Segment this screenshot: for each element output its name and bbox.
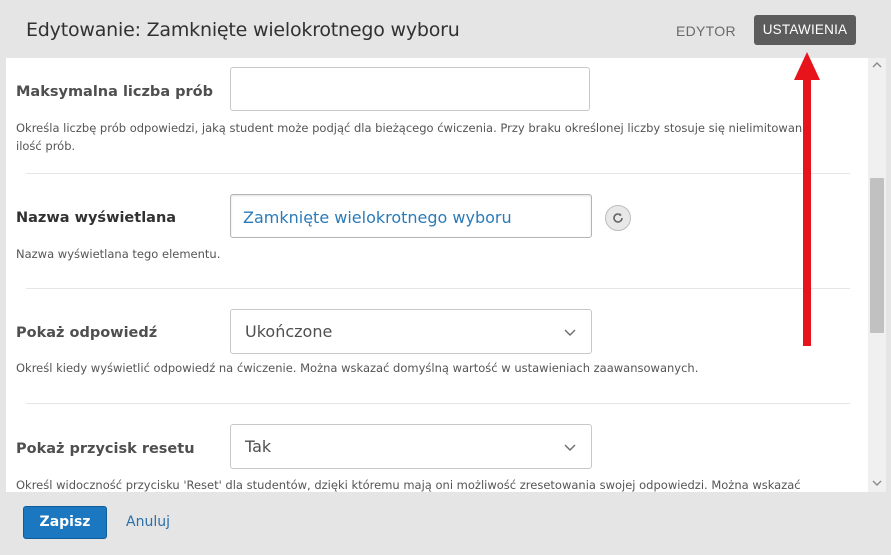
- show-answer-label: Pokaż odpowiedź: [16, 325, 158, 341]
- red-arrow-annotation: [794, 52, 820, 346]
- reset-display-name-button[interactable]: [605, 205, 631, 231]
- show-reset-help: Określ widoczność przycisku 'Reset' dla …: [16, 478, 801, 492]
- save-button[interactable]: Zapisz: [23, 506, 107, 539]
- max-attempts-label: Maksymalna liczba prób: [16, 84, 214, 100]
- divider: [26, 403, 850, 404]
- tab-settings[interactable]: USTAWIENIA: [754, 15, 856, 45]
- divider: [26, 173, 850, 174]
- display-name-value: Zamknięte wielokrotnego wyboru: [243, 208, 512, 227]
- settings-panel: Maksymalna liczba prób Określa liczbę pr…: [6, 58, 868, 492]
- show-reset-label: Pokaż przycisk resetu: [16, 441, 195, 457]
- show-answer-select[interactable]: Ukończone: [230, 309, 592, 354]
- show-reset-select[interactable]: Tak: [230, 424, 592, 469]
- scroll-thumb[interactable]: [870, 178, 884, 333]
- display-name-help: Nazwa wyświetlana tego elementu.: [16, 247, 221, 261]
- display-name-label: Nazwa wyświetlana: [16, 210, 177, 226]
- max-attempts-input[interactable]: [230, 67, 590, 111]
- modal-title: Edytowanie: Zamknięte wielokrotnego wybo…: [26, 19, 460, 41]
- reset-icon: [613, 213, 623, 223]
- show-answer-value: Ukończone: [245, 322, 333, 341]
- scrollbar[interactable]: [868, 58, 886, 492]
- show-reset-value: Tak: [245, 437, 272, 456]
- chevron-down-icon: [564, 444, 576, 451]
- modal-footer: Zapisz Anuluj: [0, 492, 891, 555]
- divider: [26, 288, 850, 289]
- scroll-up-icon[interactable]: [872, 60, 882, 70]
- scroll-down-icon[interactable]: [872, 478, 882, 488]
- modal-header: Edytowanie: Zamknięte wielokrotnego wybo…: [0, 0, 891, 58]
- max-attempts-help: Określa liczbę prób odpowiedzi, jaką stu…: [16, 121, 810, 153]
- show-answer-help: Określ kiedy wyświetlić odpowiedź na ćwi…: [16, 361, 699, 375]
- tab-editor[interactable]: EDYTOR: [668, 16, 744, 46]
- chevron-down-icon: [564, 329, 576, 336]
- display-name-input[interactable]: Zamknięte wielokrotnego wyboru: [230, 194, 592, 238]
- cancel-link[interactable]: Anuluj: [126, 514, 170, 530]
